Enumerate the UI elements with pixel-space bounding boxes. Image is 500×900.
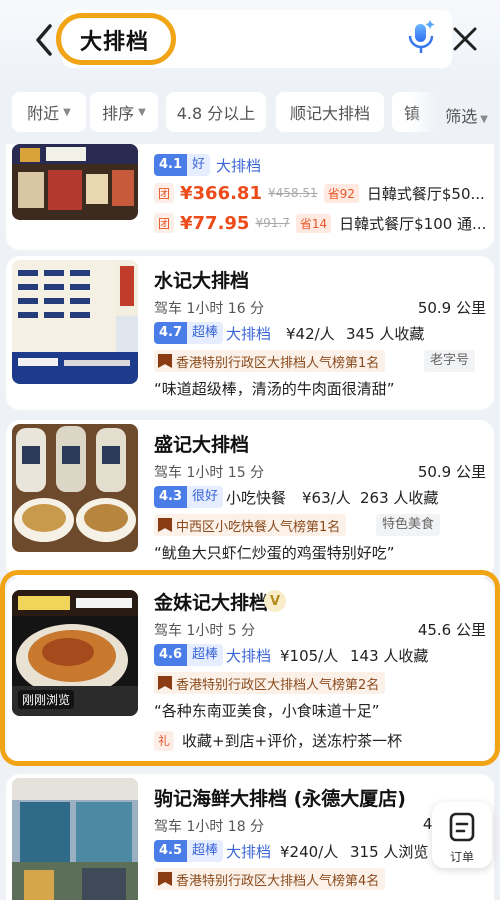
deal-name: 日韓式餐厅$50...: [366, 184, 485, 203]
filter-chip-shunji[interactable]: 顺记大排档: [276, 92, 384, 132]
voice-mic-icon[interactable]: [404, 18, 438, 58]
deal-original-price: ¥458.51: [267, 186, 318, 200]
rating-level: 很好: [187, 486, 224, 508]
result-list: 4.1 好 大排档 团 ¥366.81 ¥458.51 省92 日韓式餐厅$50…: [0, 144, 500, 900]
restaurant-photo: [12, 424, 138, 552]
caret-down-icon: ▼: [480, 114, 488, 125]
ranking-text: 香港特别行政区大排档人气榜第1名: [176, 355, 380, 371]
filter-bar: 附近▼ 排序▼ 4.8 分以上 顺记大排档 镇 筛选▼: [0, 82, 500, 144]
ranking-text: 香港特别行政区大排档人气榜第4名: [176, 873, 380, 889]
feature-tag: 特色美食: [376, 514, 441, 536]
restaurant-name[interactable]: 驹记海鲜大排档 (永德大厦店): [154, 784, 406, 811]
deal-price: ¥77.95: [180, 212, 250, 234]
group-deal-tag: 团: [154, 183, 174, 203]
filter-chip-label: 排序: [102, 104, 135, 123]
category-label: 大排档: [216, 157, 262, 175]
favorite-count: 345 人收藏: [346, 325, 425, 343]
ranking-badge[interactable]: 中西区小吃快餐人气榜第1名: [154, 514, 347, 536]
restaurant-card[interactable]: 盛记大排档 驾车 1小时 15 分 50.9 公里 4.3 很好 小吃快餐 ¥6…: [6, 420, 494, 578]
close-icon[interactable]: [448, 22, 482, 56]
rating-badge: 4.1 好: [154, 154, 211, 176]
avg-price: ¥240/人: [280, 843, 339, 861]
feature-tag: 老字号: [424, 350, 476, 372]
group-deal-tag: 团: [154, 213, 174, 233]
deal-original-price: ¥91.7: [255, 216, 290, 230]
distance: 50.9 公里: [417, 463, 486, 481]
rating-badge: 4.5 超棒: [154, 840, 224, 862]
order-icon: [449, 812, 475, 842]
flag-icon: [158, 518, 172, 532]
restaurant-card[interactable]: 水记大排档 驾车 1小时 16 分 50.9 公里 4.7 超棒 大排档 ¥42…: [6, 256, 494, 410]
filter-chip-label: 顺记大排档: [289, 104, 370, 123]
rating-badge: 4.7 超棒: [154, 322, 224, 344]
drive-time: 驾车 1小时 15 分: [154, 465, 265, 481]
deal-save: 省92: [323, 183, 359, 203]
view-count: 315 人浏览: [350, 843, 429, 861]
filter-chip-rating[interactable]: 4.8 分以上: [166, 92, 266, 132]
review-quote: “鱿鱼大只虾仁炒蛋的鸡蛋特别好吃”: [154, 544, 395, 562]
flag-icon: [158, 872, 172, 886]
category-label: 大排档: [226, 325, 272, 343]
drive-time: 驾车 1小时 18 分: [154, 819, 265, 835]
flag-icon: [158, 354, 172, 368]
card-highlight-ring: [0, 570, 500, 766]
filter-chip-nearby[interactable]: 附近 ▼: [12, 92, 86, 132]
rating-score: 4.1: [154, 154, 188, 176]
rating-level: 超棒: [187, 322, 224, 344]
restaurant-card[interactable]: 驹记海鲜大排档 (永德大厦店) 驾车 1小时 18 分 49 4.5 超棒 大排…: [6, 774, 494, 900]
avg-price: ¥63/人: [302, 489, 351, 507]
rating-score: 4.7: [154, 322, 188, 344]
restaurant-photo: [12, 260, 138, 384]
caret-down-icon: ▼: [63, 106, 71, 118]
restaurant-name[interactable]: 盛记大排档: [154, 430, 249, 457]
order-label: 订单: [449, 850, 474, 864]
rating-level: 超棒: [187, 840, 224, 862]
restaurant-photo: [12, 778, 138, 900]
deal-name: 日韓式餐厅$100 通...: [339, 214, 487, 233]
restaurant-name[interactable]: 水记大排档: [154, 266, 249, 293]
caret-down-icon: ▼: [138, 106, 146, 118]
filter-chip-label: 4.8 分以上: [176, 104, 256, 123]
rating-level: 好: [187, 154, 211, 176]
filter-fade: 筛选 ▼: [410, 82, 500, 144]
deal-price: ¥366.81: [180, 182, 262, 204]
drive-time: 驾车 1小时 16 分: [154, 301, 265, 317]
filter-more-button[interactable]: 筛选 ▼: [445, 103, 488, 127]
category-label: 大排档: [226, 843, 272, 861]
deal-row[interactable]: 团 ¥366.81 ¥458.51 省92 日韓式餐厅$50...: [154, 180, 485, 206]
favorite-count: 263 人收藏: [360, 489, 439, 507]
deal-save: 省14: [295, 213, 332, 233]
deal-row[interactable]: 团 ¥77.95 ¥91.7 省14 日韓式餐厅$100 通...: [154, 210, 486, 236]
top-bar: 大排档: [0, 0, 500, 82]
filter-chip-sort[interactable]: 排序 ▼: [90, 92, 158, 132]
rating-score: 4.3: [154, 486, 188, 508]
rating-score: 4.5: [154, 840, 188, 862]
order-button[interactable]: 订单: [432, 802, 492, 868]
ranking-badge[interactable]: 香港特别行政区大排档人气榜第4名: [154, 868, 386, 890]
restaurant-card[interactable]: 4.1 好 大排档 团 ¥366.81 ¥458.51 省92 日韓式餐厅$50…: [6, 144, 494, 250]
ranking-text: 中西区小吃快餐人气榜第1名: [176, 519, 341, 535]
filter-chip-label: 附近: [27, 104, 60, 123]
filter-more-label: 筛选: [445, 107, 478, 126]
restaurant-photo: [12, 144, 138, 220]
avg-price: ¥42/人: [286, 325, 335, 343]
review-quote: “味道超级棒，清汤的牛肉面很清甜”: [154, 380, 395, 398]
distance: 50.9 公里: [417, 299, 486, 317]
ranking-badge[interactable]: 香港特别行政区大排档人气榜第1名: [154, 350, 386, 372]
search-input[interactable]: 大排档: [80, 24, 149, 56]
rating-badge: 4.3 很好: [154, 486, 224, 508]
category-label: 小吃快餐: [226, 489, 287, 507]
